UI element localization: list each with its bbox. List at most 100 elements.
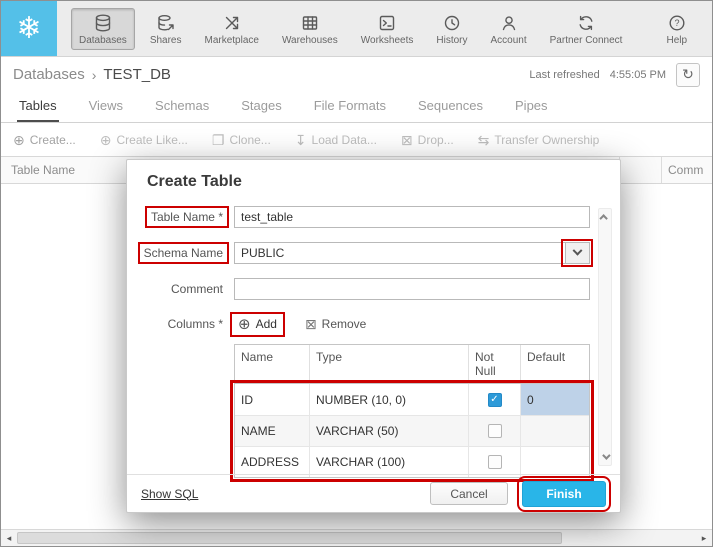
breadcrumb-databases[interactable]: Databases [13,66,85,83]
comment-input[interactable] [234,278,590,300]
table-name-input[interactable] [234,206,590,228]
cell-not-null: ✓ [468,416,520,446]
remove-column-button[interactable]: ⊠ Remove [301,316,370,332]
scroll-up-button[interactable] [599,210,611,224]
nav-item-account[interactable]: Account [483,8,535,50]
column-header-comment[interactable]: Comm [661,157,712,183]
warehouses-icon [300,13,320,33]
annotation-table-name: Table Name * [144,206,230,228]
create-table-form: Table Name * Schema Name PUBLIC [127,206,620,482]
add-column-button[interactable]: ⊕ Add [230,311,285,337]
breadcrumb: Databases › TEST_DB Last refreshed 4:55:… [1,57,712,92]
tab-file-formats[interactable]: File Formats [312,92,388,122]
last-refreshed-label: Last refreshed [529,68,600,81]
create-table-dialog: Create Table Table Name * Schema Name PU… [126,159,621,513]
nav-item-partner-connect[interactable]: Partner Connect [542,8,631,50]
breadcrumb-current-db: TEST_DB [103,66,171,83]
table-name-row: Table Name * [127,206,620,228]
last-refreshed-time: 4:55:05 PM [609,68,666,81]
databases-icon [93,13,113,33]
nav-item-marketplace[interactable]: Marketplace [197,8,267,50]
table-name-label: Table Name * [127,206,230,228]
refresh-icon: ↻ [682,66,694,82]
chevron-right-icon: › [91,66,97,83]
tab-schemas[interactable]: Schemas [153,92,211,122]
schema-name-row: Schema Name PUBLIC [127,239,620,267]
nav-item-databases[interactable]: Databases [71,7,135,50]
columns-actions-row: Columns * ⊕ Add ⊠ Remove [127,311,620,337]
cancel-button[interactable]: Cancel [430,482,508,505]
clone-button[interactable]: ❐ Clone... [212,133,271,147]
dialog-vertical-scrollbar[interactable] [598,208,612,466]
top-navbar: ❄ Databases Shares Marketplace Warehouse… [1,1,712,57]
column-row-id[interactable]: ID NUMBER (10, 0) ✓ 0 [235,384,589,415]
nav-item-history[interactable]: History [428,8,475,50]
cell-name[interactable]: ADDRESS [235,447,309,477]
check-icon: ✓ [490,393,499,405]
scroll-down-button[interactable] [599,450,611,464]
refresh-area: Last refreshed 4:55:05 PM ↻ [529,62,700,87]
nav-label: Marketplace [204,34,259,46]
cell-not-null: ✓ [468,384,520,415]
annotation-schema-name: Schema Name [137,242,230,264]
cell-default[interactable]: 0 [520,384,589,415]
toolbar-label: Create... [29,132,76,147]
marketplace-icon [222,13,242,33]
scrollbar-thumb[interactable] [17,532,562,544]
horizontal-scrollbar[interactable]: ◂ ▸ [1,529,712,546]
tab-sequences[interactable]: Sequences [416,92,485,122]
nav-label: Worksheets [360,34,414,46]
columns-grid-header: Name Type Not Null Default [234,344,590,384]
toolbar-label: Drop... [417,132,454,147]
nav-label: Account [490,34,527,46]
column-row-address[interactable]: ADDRESS VARCHAR (100) ✓ [235,446,589,477]
cell-type[interactable]: VARCHAR (100) [309,447,468,477]
snowflake-logo[interactable]: ❄ [1,1,57,56]
comment-row: Comment [127,278,620,300]
cell-type[interactable]: VARCHAR (50) [309,416,468,446]
dialog-footer: Show SQL Cancel Finish [127,474,620,512]
tab-stages[interactable]: Stages [239,92,283,122]
schema-select[interactable]: PUBLIC [234,239,593,267]
refresh-button[interactable]: ↻ [676,62,700,87]
nav-label: Databases [79,34,127,46]
tab-tables[interactable]: Tables [17,92,59,122]
transfer-ownership-button[interactable]: ⇆ Transfer Ownership [478,133,600,147]
cell-default[interactable] [520,447,589,477]
drop-button[interactable]: ⊠ Drop... [401,133,454,147]
not-null-checkbox[interactable]: ✓ [487,424,502,438]
nav-item-worksheets[interactable]: Worksheets [353,8,422,50]
cell-default[interactable] [520,416,589,446]
columns-grid-rows: ID NUMBER (10, 0) ✓ 0 NAME VARCHAR (50) [230,380,594,482]
tab-pipes[interactable]: Pipes [513,92,550,122]
nav-label: Partner Connect [549,34,623,46]
create-button[interactable]: ⊕ Create... [13,133,76,147]
finish-button[interactable]: Finish [517,475,611,512]
not-null-checkbox[interactable]: ✓ [487,455,502,469]
scroll-right-arrow-icon[interactable]: ▸ [696,530,712,546]
column-row-name[interactable]: NAME VARCHAR (50) ✓ [235,415,589,446]
shares-icon [156,13,176,33]
show-sql-link[interactable]: Show SQL [141,487,198,501]
col-header-default: Default [520,345,589,383]
nav-item-help[interactable]: ? Help [658,8,695,50]
nav-item-shares[interactable]: Shares [142,8,190,50]
columns-grid: Name Type Not Null Default ID NUMBER (10… [230,344,594,482]
cell-name[interactable]: NAME [235,416,309,446]
cell-name[interactable]: ID [235,384,309,415]
create-like-button[interactable]: ⊕ Create Like... [100,133,188,147]
schema-dropdown-button[interactable] [561,239,593,267]
circle-plus-icon: ⊕ [238,315,251,333]
load-data-button[interactable]: ↧ Load Data... [295,133,377,147]
cell-type[interactable]: NUMBER (10, 0) [309,384,468,415]
partner-connect-icon [576,13,596,33]
tab-views[interactable]: Views [87,92,125,122]
nav-right-group: Partner Connect ? Help [542,8,712,50]
not-null-checkbox[interactable]: ✓ [487,392,502,407]
columns-label-text: Columns * [167,317,223,331]
worksheets-icon [377,13,397,33]
comment-label: Comment [127,281,226,297]
nav-item-warehouses[interactable]: Warehouses [274,8,346,50]
chevron-up-icon [599,214,608,223]
scroll-left-arrow-icon[interactable]: ◂ [1,530,17,546]
